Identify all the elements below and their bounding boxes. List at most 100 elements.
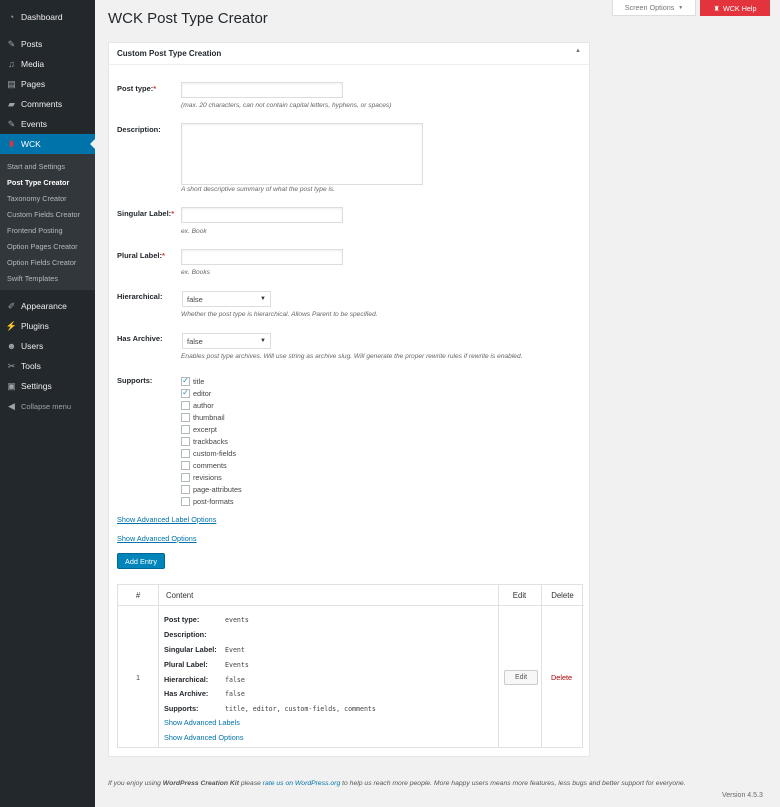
checkbox[interactable] (181, 400, 190, 410)
entry-field-label: Singular Label: (164, 645, 217, 654)
checkbox[interactable] (181, 484, 190, 494)
menu-item-plugins[interactable]: ⚡ Plugins (0, 316, 95, 336)
menu-item-appearance[interactable]: ✐ Appearance (0, 296, 95, 316)
wp-version: Version 4.5.3 (722, 792, 763, 799)
wck-help-label: WCK Help (722, 3, 757, 13)
post-type-label: Post type:* (117, 84, 157, 93)
checkbox[interactable] (181, 496, 190, 506)
checkbox[interactable] (181, 412, 190, 422)
description-textarea[interactable] (181, 123, 423, 185)
menu-item-label: Plugins (21, 321, 49, 331)
supports-option-trackbacks[interactable]: trackbacks (181, 435, 228, 447)
supports-option-custom-fields[interactable]: custom-fields (181, 447, 236, 459)
checkbox[interactable] (181, 436, 190, 446)
caret-down-icon: ▼ (678, 4, 684, 11)
collapse-menu-button[interactable]: ◀ Collapse menu (0, 396, 95, 416)
singular-label-label: Singular Label:* (117, 209, 175, 218)
checkbox-checked[interactable]: ✓ (181, 376, 190, 386)
show-advanced-labels-link[interactable]: Show Advanced Labels (164, 718, 240, 727)
dashboard-icon: ◔ (8, 12, 15, 22)
supports-option-post-formats[interactable]: post-formats (181, 495, 234, 507)
menu-item-label: Settings (21, 381, 52, 391)
entry-field-label: Description: (164, 630, 207, 639)
hierarchical-selected-value: false (187, 294, 203, 304)
users-icon: ☻ (6, 341, 17, 351)
menu-item-tools[interactable]: ✂ Tools (0, 356, 95, 376)
menu-item-posts[interactable]: ✎ Posts (0, 34, 95, 54)
supports-option-title[interactable]: ✓ title (181, 375, 204, 387)
supports-option-editor[interactable]: ✓ editor (181, 387, 211, 399)
supports-option-page-attributes[interactable]: page-attributes (181, 483, 242, 495)
supports-label: Supports: (117, 376, 153, 385)
entry-field-value: false (225, 676, 245, 684)
menu-item-wck[interactable]: ♜ WCK (0, 134, 95, 154)
supports-option-comments[interactable]: comments (181, 459, 227, 471)
hierarchical-help: Whether the post type is hierarchical. A… (181, 311, 378, 318)
menu-item-label: Posts (21, 39, 43, 49)
hierarchical-select[interactable]: false ▼ (182, 291, 271, 307)
entry-field-value: events (225, 616, 249, 624)
checkbox-checked[interactable]: ✓ (181, 388, 190, 398)
show-advanced-options-link[interactable]: Show Advanced Options (117, 534, 197, 543)
singular-label-input[interactable] (181, 207, 343, 223)
menu-item-label: Collapse menu (21, 401, 72, 411)
submenu-item-frontend-posting[interactable]: Frontend Posting (0, 222, 95, 238)
pin-icon: ✎ (7, 118, 16, 129)
delete-entry-link[interactable]: Delete (551, 673, 572, 682)
submenu-item-custom-fields-creator[interactable]: Custom Fields Creator (0, 206, 95, 222)
menu-item-label: Appearance (21, 301, 67, 311)
menu-item-pages[interactable]: ▤ Pages (0, 74, 95, 94)
show-advanced-options-link[interactable]: Show Advanced Options (164, 733, 244, 742)
wck-submenu: Start and Settings Post Type Creator Tax… (0, 154, 95, 290)
caret-down-icon: ▼ (260, 338, 266, 344)
menu-item-media[interactable]: ♫ Media (0, 54, 95, 74)
wck-help-button[interactable]: ♜ WCK Help (700, 0, 770, 16)
menu-item-settings[interactable]: ▣ Settings (0, 376, 95, 396)
post-type-input[interactable] (181, 82, 343, 98)
checkbox[interactable] (181, 424, 190, 434)
plural-label-input[interactable] (181, 249, 343, 265)
post-type-help: (max. 20 characters, can not contain cap… (181, 102, 392, 109)
checkbox[interactable] (181, 460, 190, 470)
collapse-icon: ◀ (8, 400, 15, 411)
entry-field-value: false (225, 690, 245, 698)
supports-option-thumbnail[interactable]: thumbnail (181, 411, 225, 423)
submenu-item-option-pages-creator[interactable]: Option Pages Creator (0, 238, 95, 254)
checkbox[interactable] (181, 448, 190, 458)
col-header-delete: Delete (541, 585, 584, 606)
show-advanced-label-options-link[interactable]: Show Advanced Label Options (117, 515, 216, 524)
has-archive-select[interactable]: false ▼ (182, 333, 271, 349)
menu-item-dashboard[interactable]: ◔ Dashboard (0, 7, 95, 27)
plugin-name: WordPress Creation Kit (162, 780, 239, 787)
entries-table: # Content Edit Delete 1 Post type: event… (117, 584, 584, 748)
submenu-item-option-fields-creator[interactable]: Option Fields Creator (0, 254, 95, 270)
entry-field-label: Plural Label: (164, 660, 208, 669)
menu-item-label: Media (21, 59, 45, 69)
supports-option-revisions[interactable]: revisions (181, 471, 222, 483)
submenu-item-taxonomy-creator[interactable]: Taxonomy Creator (0, 190, 95, 206)
checkbox[interactable] (181, 472, 190, 482)
collapse-arrow-icon[interactable]: ▲ (575, 48, 581, 54)
submenu-item-post-type-creator[interactable]: Post Type Creator (0, 174, 95, 190)
menu-item-label: WCK (21, 139, 41, 149)
menu-item-comments[interactable]: ▰ Comments (0, 94, 95, 114)
rate-us-link[interactable]: rate us on WordPress.org (263, 780, 340, 787)
supports-option-excerpt[interactable]: excerpt (181, 423, 217, 435)
menu-item-users[interactable]: ☻ Users (0, 336, 95, 356)
column-divider (498, 585, 499, 747)
col-header-num: # (118, 585, 158, 606)
has-archive-label: Has Archive: (117, 334, 163, 343)
supports-option-author[interactable]: author (181, 399, 214, 411)
menu-item-label: Events (21, 119, 47, 129)
menu-item-events[interactable]: ✎ Events (0, 114, 95, 134)
plugin-icon: ⚡ (5, 320, 18, 331)
add-entry-button[interactable]: Add Entry (117, 553, 165, 569)
postbox-header[interactable]: Custom Post Type Creation (109, 43, 589, 65)
postbox-title: Custom Post Type Creation (117, 49, 222, 58)
screen-options-button[interactable]: Screen Options ▼ (612, 0, 696, 16)
submenu-item-start-settings[interactable]: Start and Settings (0, 158, 95, 174)
submenu-item-swift-templates[interactable]: Swift Templates (0, 270, 95, 286)
edit-entry-button[interactable]: Edit (504, 670, 538, 685)
screen-options-label: Screen Options (624, 3, 675, 12)
description-help: A short descriptive summary of what the … (181, 186, 336, 193)
